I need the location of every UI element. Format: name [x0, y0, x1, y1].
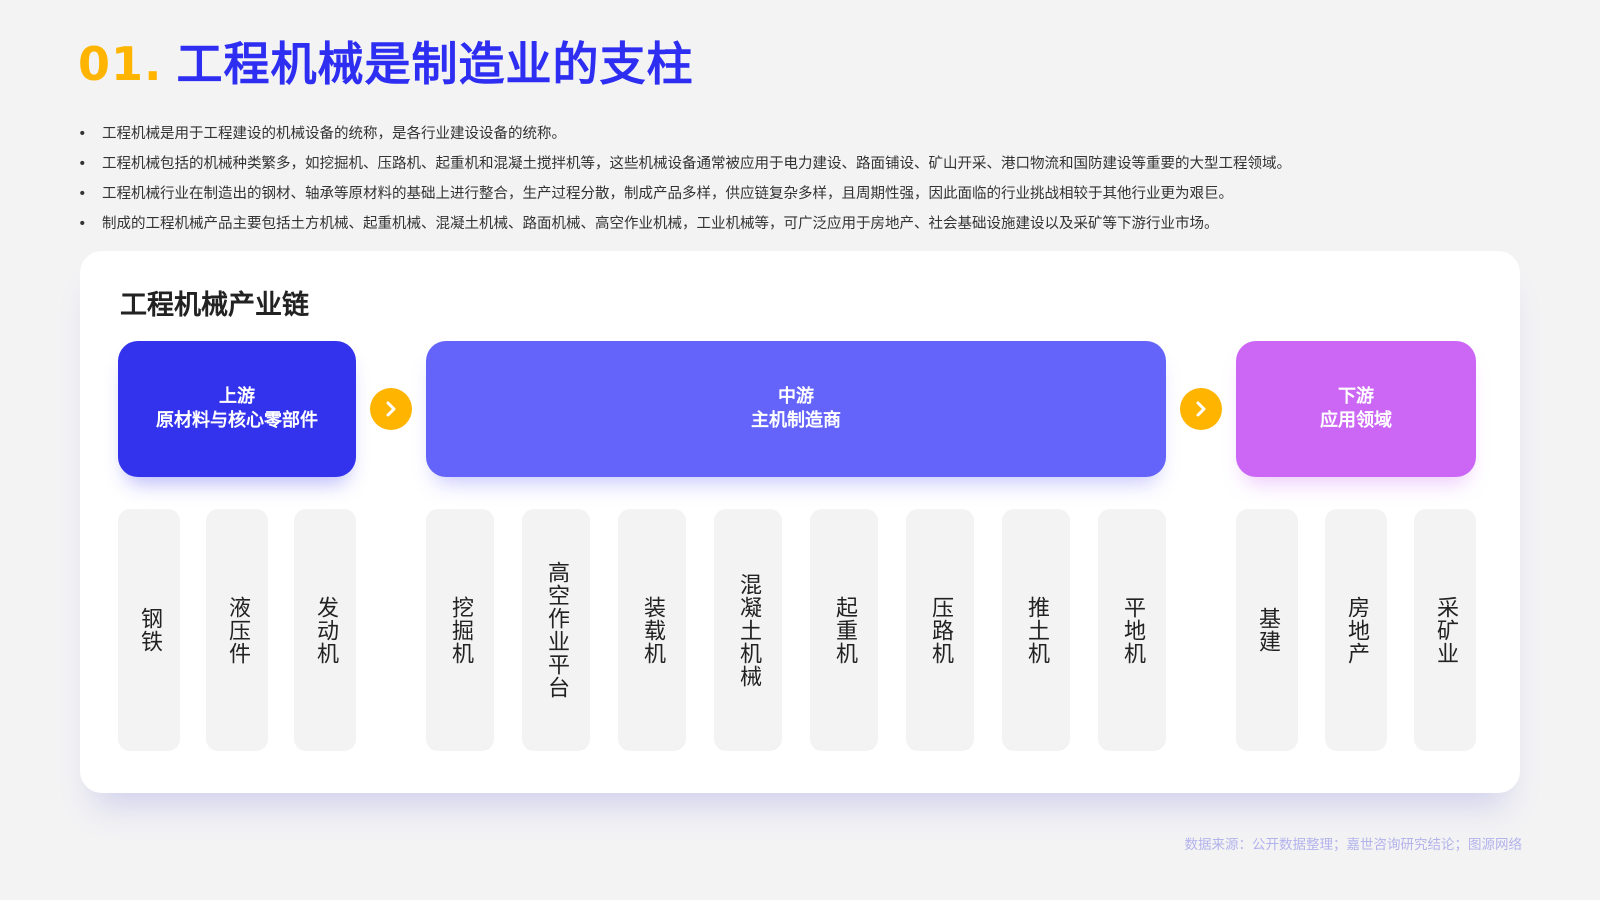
- bullet-item: 工程机械行业在制造出的钢材、轴承等原材料的基础上进行整合，生产过程分散，制成产品…: [78, 179, 1518, 209]
- midstream-item: 起重机: [810, 509, 878, 751]
- data-source-note: 数据来源：公开数据整理；嘉世咨询研究结论；图源网络: [1184, 837, 1523, 853]
- title-text: 工程机械是制造业的支柱: [176, 37, 694, 91]
- stage-upstream: 上游 原材料与核心零部件: [118, 341, 356, 477]
- stage-midstream-desc: 主机制造商: [751, 410, 841, 431]
- midstream-item: 混凝土机械: [714, 509, 782, 751]
- industry-chain-card: 工程机械产业链 上游 原材料与核心零部件 中游 主机制造商 下游 应用领域 钢铁…: [80, 251, 1520, 793]
- bullet-item: 工程机械是用于工程建设的机械设备的统称，是各行业建设设备的统称。: [78, 119, 1518, 149]
- stage-downstream-label: 下游: [1338, 386, 1374, 407]
- chain-title: 工程机械产业链: [120, 290, 309, 321]
- midstream-item: 高空作业平台: [522, 509, 590, 751]
- chevron-right-icon: [370, 388, 412, 430]
- stage-downstream: 下游 应用领域: [1236, 341, 1476, 477]
- bullet-item: 工程机械包括的机械种类繁多，如挖掘机、压路机、起重机和混凝土搅拌机等，这些机械设…: [78, 149, 1518, 179]
- midstream-item: 平地机: [1098, 509, 1166, 751]
- midstream-item: 挖掘机: [426, 509, 494, 751]
- midstream-item: 推土机: [1002, 509, 1070, 751]
- chevron-right-icon: [1180, 388, 1222, 430]
- stage-upstream-desc: 原材料与核心零部件: [156, 410, 318, 431]
- upstream-item: 钢铁: [118, 509, 180, 751]
- stage-downstream-desc: 应用领域: [1320, 410, 1392, 431]
- midstream-item: 装载机: [618, 509, 686, 751]
- upstream-item: 液压件: [206, 509, 268, 751]
- bullet-list: 工程机械是用于工程建设的机械设备的统称，是各行业建设设备的统称。 工程机械包括的…: [78, 119, 1518, 239]
- stage-midstream-label: 中游: [778, 386, 814, 407]
- midstream-item: 压路机: [906, 509, 974, 751]
- stage-midstream: 中游 主机制造商: [426, 341, 1166, 477]
- section-number: 01.: [78, 37, 163, 91]
- downstream-item: 基建: [1236, 509, 1298, 751]
- downstream-item: 房地产: [1325, 509, 1387, 751]
- upstream-item: 发动机: [294, 509, 356, 751]
- page-title: 01. 工程机械是制造业的支柱: [78, 28, 694, 94]
- bullet-item: 制成的工程机械产品主要包括土方机械、起重机械、混凝土机械、路面机械、高空作业机械…: [78, 209, 1518, 239]
- stage-upstream-label: 上游: [219, 386, 255, 407]
- downstream-item: 采矿业: [1414, 509, 1476, 751]
